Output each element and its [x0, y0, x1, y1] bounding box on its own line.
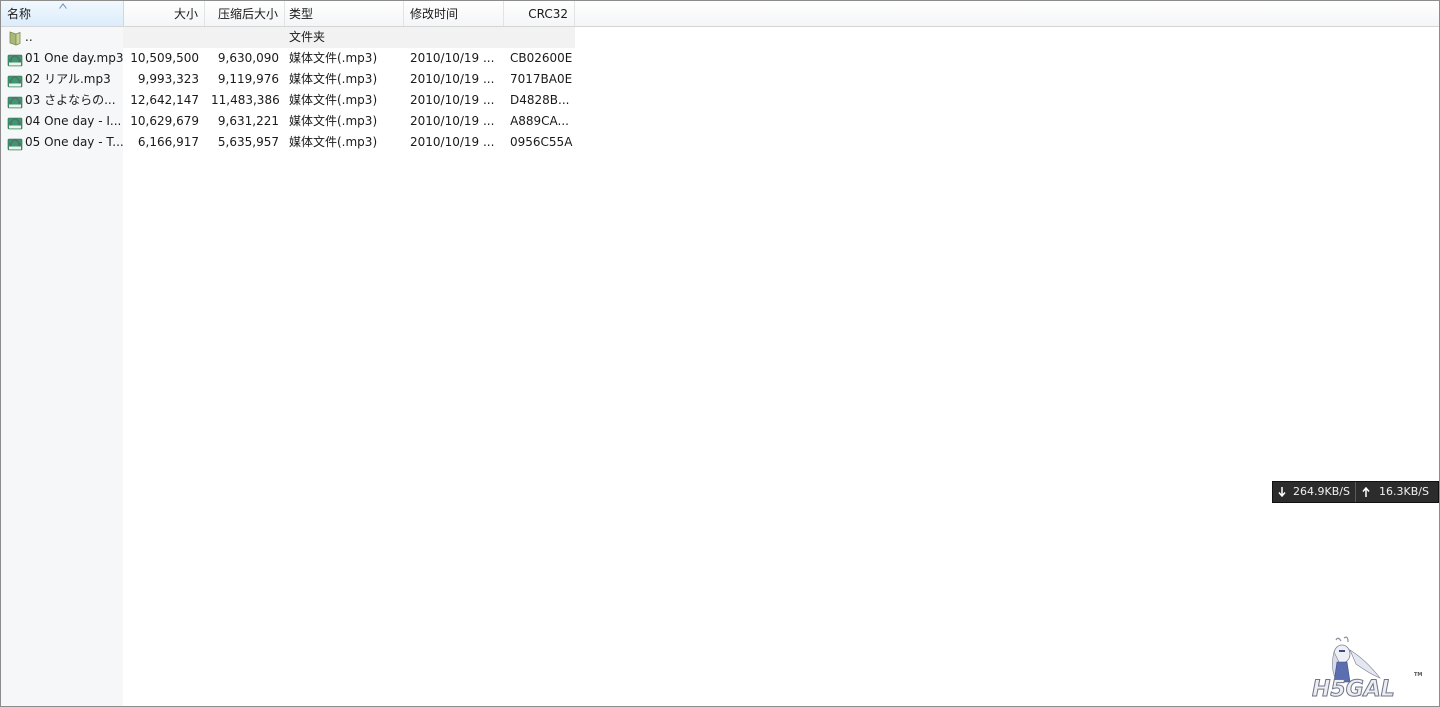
mp3-file-icon	[7, 138, 23, 151]
arrow-up-icon	[1362, 487, 1370, 497]
column-header-crc32[interactable]: CRC32	[504, 1, 575, 26]
upload-speed-value: 16.3KB/S	[1379, 485, 1429, 498]
mp3-file-icon	[7, 75, 23, 88]
mp3-file-icon	[7, 54, 23, 67]
file-crc-cell: D4828B...	[510, 93, 570, 107]
file-packed-size-cell: 9,631,221	[217, 114, 279, 128]
file-size-cell: 6,166,917	[137, 135, 199, 149]
archive-window: 名称 大小 压缩后大小 类型 修改时间 CRC32 .. 文件夹 01 One …	[0, 0, 1440, 707]
file-row[interactable]: 05 One day - T... 6,166,917 5,635,957 媒体…	[1, 132, 575, 153]
file-name-cell: 01 One day.mp3	[1, 48, 123, 69]
file-name: 03 さよならの...	[25, 93, 116, 107]
file-name-cell: 02 リアル.mp3	[1, 69, 123, 90]
file-list: .. 文件夹 01 One day.mp3 10,509,500 9,630,0…	[1, 27, 575, 153]
column-header-type-label: 类型	[289, 7, 314, 21]
file-row[interactable]: 03 さよならの... 12,642,147 11,483,386 媒体文件(.…	[1, 90, 575, 111]
file-size-cell: 9,993,323	[137, 72, 199, 86]
h5gal-watermark-logo: H5GAL TM	[1312, 636, 1422, 703]
file-modified-cell: 2010/10/19 ...	[410, 51, 495, 65]
file-type-cell: 媒体文件(.mp3)	[289, 135, 378, 149]
column-header-crc32-label: CRC32	[528, 7, 568, 21]
file-size-cell: 10,629,679	[130, 114, 199, 128]
file-name: 04 One day - I...	[25, 114, 122, 128]
download-speed-value: 264.9KB/S	[1293, 485, 1350, 498]
file-modified-cell: 2010/10/19 ...	[410, 93, 495, 107]
file-type-cell: 媒体文件(.mp3)	[289, 114, 378, 128]
file-type-cell: 文件夹	[289, 30, 326, 44]
file-modified-cell: 2010/10/19 ...	[410, 114, 495, 128]
file-row-parent[interactable]: .. 文件夹	[1, 27, 575, 48]
file-name-cell: 03 さよならの...	[1, 90, 123, 111]
file-name-cell: 05 One day - T...	[1, 132, 123, 153]
file-name: 02 リアル.mp3	[25, 72, 111, 86]
file-crc-cell: 7017BA0E	[510, 72, 573, 86]
file-type-cell: 媒体文件(.mp3)	[289, 72, 378, 86]
column-header-type[interactable]: 类型	[285, 1, 404, 26]
watermark-logo-text: H5GAL	[1312, 677, 1395, 702]
column-header-bar: 名称 大小 压缩后大小 类型 修改时间 CRC32	[1, 1, 1439, 27]
column-header-size[interactable]: 大小	[124, 1, 205, 26]
file-size-cell: 10,509,500	[130, 51, 199, 65]
file-modified-cell: 2010/10/19 ...	[410, 72, 495, 86]
column-header-packed-size-label: 压缩后大小	[217, 7, 278, 21]
column-header-size-label: 大小	[173, 7, 198, 21]
mp3-file-icon	[7, 96, 23, 109]
file-name-cell: ..	[1, 27, 123, 48]
file-type-cell: 媒体文件(.mp3)	[289, 51, 378, 65]
file-crc-cell: A889CA...	[510, 114, 569, 128]
file-row[interactable]: 01 One day.mp3 10,509,500 9,630,090 媒体文件…	[1, 48, 575, 69]
download-speed: 264.9KB/S	[1273, 482, 1355, 502]
file-crc-cell: 0956C55A	[510, 135, 573, 149]
folder-icon	[9, 31, 21, 46]
file-modified-cell: 2010/10/19 ...	[410, 135, 495, 149]
network-speed-widget[interactable]: 264.9KB/S 16.3KB/S	[1272, 481, 1439, 503]
mp3-file-icon	[7, 117, 23, 130]
upload-speed: 16.3KB/S	[1356, 482, 1438, 502]
file-packed-size-cell: 9,119,976	[217, 72, 279, 86]
mascot-figure	[1332, 636, 1381, 683]
column-header-name[interactable]: 名称	[1, 1, 124, 26]
file-size-cell: 12,642,147	[130, 93, 199, 107]
file-packed-size-cell: 5,635,957	[217, 135, 279, 149]
file-name-cell: 04 One day - I...	[1, 111, 123, 132]
arrow-down-icon	[1278, 487, 1286, 497]
file-row[interactable]: 04 One day - I... 10,629,679 9,631,221 媒…	[1, 111, 575, 132]
file-type-cell: 媒体文件(.mp3)	[289, 93, 378, 107]
file-crc-cell: CB02600E	[510, 51, 573, 65]
file-packed-size-cell: 11,483,386	[211, 93, 280, 107]
file-name: 01 One day.mp3	[25, 51, 123, 65]
file-row[interactable]: 02 リアル.mp3 9,993,323 9,119,976 媒体文件(.mp3…	[1, 69, 575, 90]
column-header-packed-size[interactable]: 压缩后大小	[205, 1, 285, 26]
watermark-tm: TM	[1414, 672, 1422, 678]
sort-ascending-icon	[59, 3, 67, 9]
column-header-modified[interactable]: 修改时间	[404, 1, 504, 26]
column-header-name-label: 名称	[7, 7, 32, 21]
column-header-modified-label: 修改时间	[410, 7, 459, 21]
file-name: ..	[25, 30, 33, 44]
file-name: 05 One day - T...	[25, 135, 123, 149]
file-packed-size-cell: 9,630,090	[217, 51, 279, 65]
